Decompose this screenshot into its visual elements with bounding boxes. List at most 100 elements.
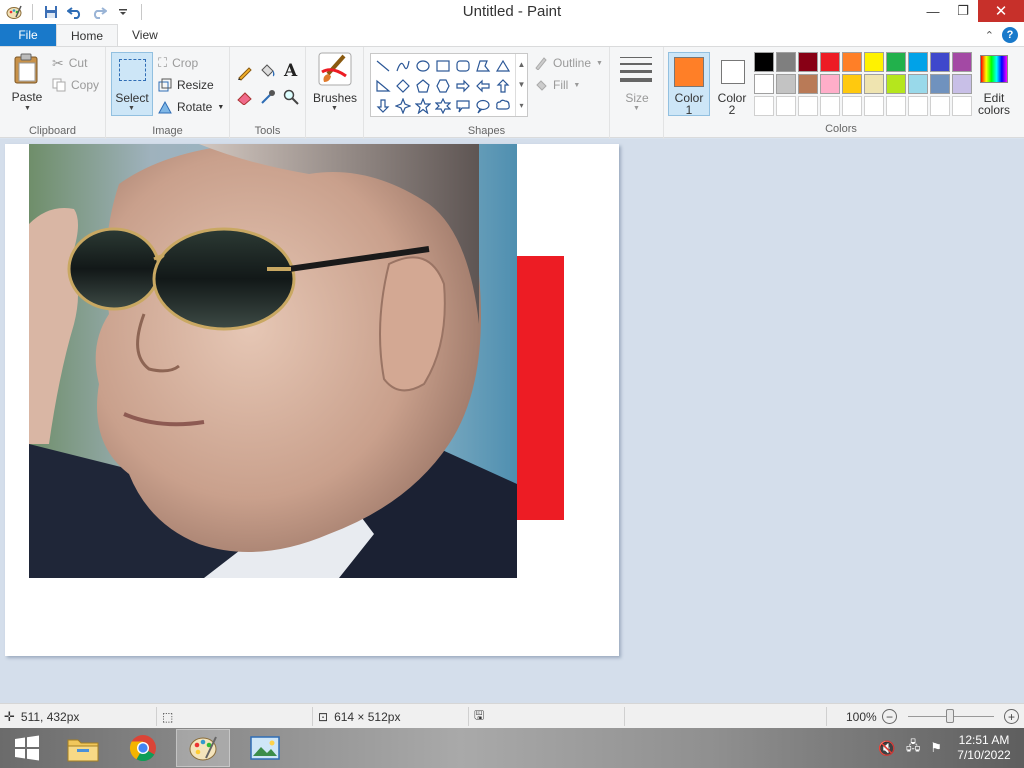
- palette-custom-slot[interactable]: [886, 96, 906, 116]
- rounded-rectangle-shape-icon[interactable]: [453, 56, 473, 76]
- palette-color-swatch[interactable]: [754, 74, 774, 94]
- up-arrow-shape-icon[interactable]: [493, 76, 513, 96]
- scroll-down-icon[interactable]: ▼: [518, 80, 526, 89]
- down-arrow-shape-icon[interactable]: [373, 96, 393, 116]
- diamond-shape-icon[interactable]: [393, 76, 413, 96]
- tab-file[interactable]: File: [0, 24, 56, 46]
- palette-color-swatch[interactable]: [798, 52, 818, 72]
- palette-color-swatch[interactable]: [842, 52, 862, 72]
- undo-icon[interactable]: [65, 2, 85, 22]
- network-icon[interactable]: 🖧: [906, 737, 921, 759]
- rect-callout-shape-icon[interactable]: [453, 96, 473, 116]
- palette-custom-slot[interactable]: [864, 96, 884, 116]
- palette-color-swatch[interactable]: [930, 74, 950, 94]
- color1-button[interactable]: Color 1: [668, 52, 710, 117]
- chrome-taskbar-button[interactable]: [116, 729, 170, 767]
- edit-colors-button[interactable]: Edit colors: [974, 53, 1014, 117]
- palette-custom-slot[interactable]: [820, 96, 840, 116]
- fill-bucket-icon[interactable]: [258, 62, 276, 83]
- zoom-out-button[interactable]: −: [882, 709, 897, 724]
- help-icon[interactable]: ?: [1002, 27, 1018, 43]
- cut-button[interactable]: ✂ Cut: [52, 53, 87, 73]
- eraser-icon[interactable]: [236, 89, 254, 108]
- curve-shape-icon[interactable]: [393, 56, 413, 76]
- palette-custom-slot[interactable]: [754, 96, 774, 116]
- rotate-button[interactable]: Rotate ▼: [158, 97, 224, 117]
- palette-color-swatch[interactable]: [930, 52, 950, 72]
- palette-color-swatch[interactable]: [820, 74, 840, 94]
- save-icon[interactable]: [41, 2, 61, 22]
- scroll-up-icon[interactable]: ▲: [518, 60, 526, 69]
- palette-color-swatch[interactable]: [952, 74, 972, 94]
- pentagon-shape-icon[interactable]: [413, 76, 433, 96]
- paint-app-icon[interactable]: [4, 2, 24, 22]
- minimize-button[interactable]: —: [918, 0, 948, 22]
- palette-color-swatch[interactable]: [908, 52, 928, 72]
- palette-custom-slot[interactable]: [930, 96, 950, 116]
- photos-taskbar-button[interactable]: [238, 729, 292, 767]
- fill-button[interactable]: Fill ▼: [534, 75, 580, 95]
- file-explorer-taskbar-button[interactable]: [56, 729, 110, 767]
- tab-view[interactable]: View: [118, 24, 172, 46]
- rectangle-shape-icon[interactable]: [433, 56, 453, 76]
- palette-custom-slot[interactable]: [776, 96, 796, 116]
- paint-taskbar-button[interactable]: [176, 729, 230, 767]
- line-shape-icon[interactable]: [373, 56, 393, 76]
- palette-color-swatch[interactable]: [908, 74, 928, 94]
- palette-custom-slot[interactable]: [842, 96, 862, 116]
- start-button[interactable]: [0, 729, 54, 767]
- paste-button[interactable]: Paste ▼: [8, 53, 46, 113]
- canvas-workspace[interactable]: [0, 139, 1024, 703]
- right-arrow-shape-icon[interactable]: [453, 76, 473, 96]
- drawing-canvas[interactable]: [5, 144, 619, 656]
- crop-button[interactable]: ⛶ Crop: [158, 53, 198, 73]
- five-point-star-shape-icon[interactable]: [413, 96, 433, 116]
- palette-color-swatch[interactable]: [952, 52, 972, 72]
- brushes-button[interactable]: Brushes ▼: [310, 52, 360, 118]
- hexagon-shape-icon[interactable]: [433, 76, 453, 96]
- select-button[interactable]: Select ▼: [111, 52, 153, 116]
- action-center-icon[interactable]: ⚑: [930, 740, 942, 756]
- volume-muted-icon[interactable]: 🔇: [878, 740, 895, 757]
- palette-color-swatch[interactable]: [798, 74, 818, 94]
- palette-color-swatch[interactable]: [776, 52, 796, 72]
- palette-color-swatch[interactable]: [886, 74, 906, 94]
- redo-icon[interactable]: [89, 2, 109, 22]
- right-triangle-shape-icon[interactable]: [373, 76, 393, 96]
- triangle-shape-icon[interactable]: [493, 56, 513, 76]
- customize-qat-icon[interactable]: [113, 2, 133, 22]
- tab-home[interactable]: Home: [56, 24, 119, 46]
- size-button[interactable]: Size ▼: [616, 53, 658, 115]
- collapse-ribbon-icon[interactable]: ⌃: [985, 29, 994, 42]
- palette-color-swatch[interactable]: [820, 52, 840, 72]
- palette-color-swatch[interactable]: [886, 52, 906, 72]
- close-button[interactable]: ✕: [978, 0, 1024, 22]
- oval-callout-shape-icon[interactable]: [473, 96, 493, 116]
- palette-color-swatch[interactable]: [776, 74, 796, 94]
- shapes-scroll[interactable]: ▲ ▼ ▾: [515, 54, 527, 116]
- resize-button[interactable]: Resize: [158, 75, 214, 95]
- palette-color-swatch[interactable]: [754, 52, 774, 72]
- palette-color-swatch[interactable]: [864, 74, 884, 94]
- zoom-slider-thumb[interactable]: [946, 709, 954, 723]
- oval-shape-icon[interactable]: [413, 56, 433, 76]
- polygon-shape-icon[interactable]: [473, 56, 493, 76]
- palette-custom-slot[interactable]: [952, 96, 972, 116]
- outline-button[interactable]: Outline ▼: [534, 53, 603, 73]
- color-picker-icon[interactable]: [260, 89, 276, 108]
- expand-gallery-icon[interactable]: ▾: [519, 101, 523, 110]
- pencil-icon[interactable]: [236, 63, 254, 84]
- palette-custom-slot[interactable]: [908, 96, 928, 116]
- clock[interactable]: 12:51 AM 7/10/2022: [952, 733, 1016, 763]
- palette-custom-slot[interactable]: [798, 96, 818, 116]
- magnifier-icon[interactable]: [283, 89, 299, 108]
- six-point-star-shape-icon[interactable]: [433, 96, 453, 116]
- restore-button[interactable]: ❐: [948, 0, 978, 22]
- palette-color-swatch[interactable]: [864, 52, 884, 72]
- cloud-callout-shape-icon[interactable]: [493, 96, 513, 116]
- left-arrow-shape-icon[interactable]: [473, 76, 493, 96]
- color2-button[interactable]: Color 2: [711, 52, 753, 117]
- palette-color-swatch[interactable]: [842, 74, 862, 94]
- text-tool-icon[interactable]: A: [284, 61, 297, 81]
- copy-button[interactable]: Copy: [52, 75, 99, 95]
